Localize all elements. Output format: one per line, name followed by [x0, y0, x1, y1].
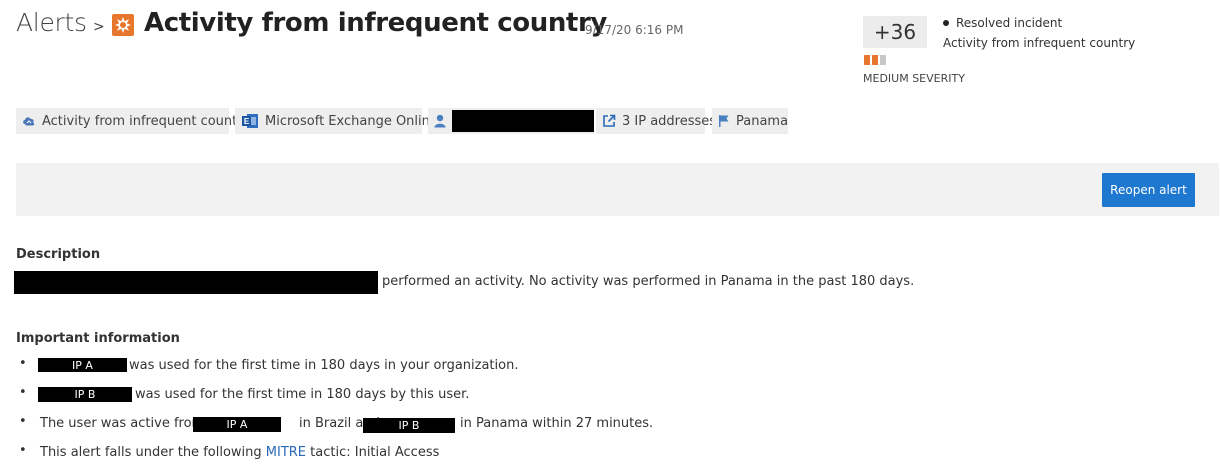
user-pill[interactable]: [428, 108, 594, 134]
incident-name[interactable]: Activity from infrequent country: [943, 36, 1135, 50]
status-dot-icon: [943, 20, 949, 26]
severity-bar: [864, 55, 870, 65]
info-text-3-post: in Panama within 27 minutes.: [460, 416, 654, 431]
country-pill[interactable]: Panama: [712, 108, 788, 134]
action-bar: [16, 163, 1219, 216]
bullet-icon: •: [19, 414, 27, 429]
user-name-redacted: [452, 110, 594, 132]
info-text-4-post: tactic: Initial Access: [310, 445, 440, 460]
important-info-heading: Important information: [16, 331, 180, 346]
breadcrumb-alerts[interactable]: Alerts: [16, 8, 87, 37]
description-text: performed an activity. No activity was p…: [382, 274, 915, 289]
country-label: Panama: [736, 113, 789, 129]
ip-redacted: IP A: [193, 417, 281, 432]
policy-cloud-icon: [22, 115, 36, 127]
reopen-alert-button[interactable]: Reopen alert: [1102, 173, 1195, 207]
severity-indicator: [864, 55, 886, 65]
alert-timestamp: 9/17/20 6:16 PM: [585, 23, 684, 37]
app-pill-label: Microsoft Exchange Online: [265, 113, 438, 129]
ip-addresses-pill[interactable]: 3 IP addresses: [596, 108, 716, 134]
breadcrumb-separator: >: [93, 19, 105, 35]
mitre-link[interactable]: MITRE: [266, 445, 306, 460]
bullet-icon: •: [19, 356, 27, 371]
user-icon: [434, 114, 446, 128]
severity-bar: [872, 55, 878, 65]
info-text-4: This alert falls under the following MIT…: [40, 445, 439, 460]
bullet-icon: •: [19, 385, 27, 400]
status-label: Resolved incident: [956, 16, 1063, 30]
policy-pill-label: Activity from infrequent country: [42, 113, 251, 129]
info-text-1: was used for the first time in 180 days …: [129, 358, 519, 373]
ip-redacted: IP B: [363, 418, 455, 433]
external-link-icon: [602, 114, 616, 128]
severity-bar: [880, 55, 886, 65]
info-text-4-pre: This alert falls under the following: [40, 445, 262, 460]
ip-redacted: IP B: [38, 387, 132, 402]
exchange-icon: E: [241, 112, 259, 130]
severity-label: MEDIUM SEVERITY: [863, 72, 965, 85]
description-heading: Description: [16, 247, 101, 262]
user-name-redacted: [14, 271, 378, 294]
bullet-icon: •: [19, 443, 27, 458]
svg-text:E: E: [244, 117, 250, 126]
app-pill[interactable]: E Microsoft Exchange Online: [235, 108, 438, 134]
info-text-3-pre: The user was active from: [40, 416, 205, 431]
flag-icon: [718, 114, 730, 128]
priority-score: +36: [863, 16, 927, 48]
ip-addresses-label: 3 IP addresses: [622, 113, 717, 129]
policy-pill[interactable]: Activity from infrequent country: [16, 108, 250, 134]
page-title: Activity from infrequent country: [144, 8, 607, 38]
ip-redacted: IP A: [38, 358, 127, 372]
alert-burst-icon: [112, 14, 134, 36]
info-text-2: was used for the first time in 180 days …: [135, 387, 470, 402]
